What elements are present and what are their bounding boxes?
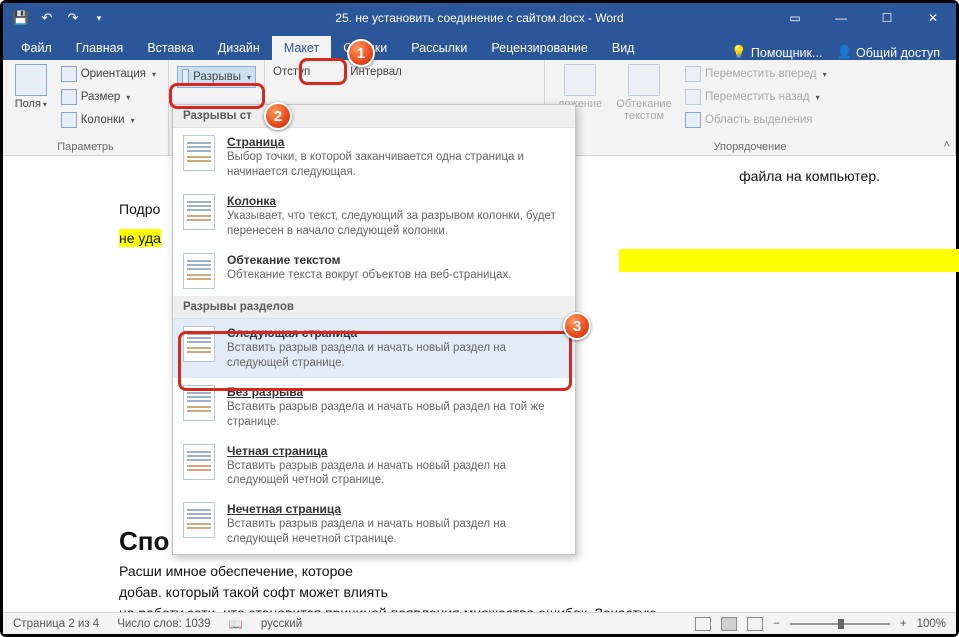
section-continuous[interactable]: Без разрываВставить разрыв раздела и нач… xyxy=(173,378,575,437)
size-button[interactable]: Размер▾ xyxy=(57,87,160,107)
tab-mailings[interactable]: Рассылки xyxy=(399,36,479,60)
close-button[interactable]: ✕ xyxy=(910,3,956,33)
tab-view[interactable]: Вид xyxy=(600,36,647,60)
undo-icon[interactable]: ↶ xyxy=(39,10,55,26)
break-page[interactable]: СтраницаВыбор точки, в которой заканчива… xyxy=(173,128,575,187)
wrap-text-button[interactable]: Обтекание текстом xyxy=(613,64,675,139)
forward-icon xyxy=(685,66,701,82)
orientation-button[interactable]: Ориентация▾ xyxy=(57,64,160,84)
web-layout-icon[interactable] xyxy=(747,617,763,631)
next-page-icon xyxy=(183,326,215,362)
breaks-icon xyxy=(182,69,189,85)
zoom-out-button[interactable]: − xyxy=(773,618,780,630)
group-page-setup-label: Параметрь xyxy=(11,139,160,155)
margins-button[interactable]: Поля▾ xyxy=(11,64,51,139)
redo-icon[interactable]: ↷ xyxy=(65,10,81,26)
page-break-icon xyxy=(183,135,215,171)
tab-review[interactable]: Рецензирование xyxy=(479,36,600,60)
backward-icon xyxy=(685,89,701,105)
page-indicator[interactable]: Страница 2 из 4 xyxy=(13,618,99,630)
columns-button[interactable]: Колонки▾ xyxy=(57,110,160,130)
tab-insert[interactable]: Вставка xyxy=(135,36,205,60)
read-mode-icon[interactable] xyxy=(695,617,711,631)
qat-customize-icon[interactable]: ▾ xyxy=(91,10,107,26)
section-odd-page[interactable]: Нечетная страницаВставить разрыв раздела… xyxy=(173,495,575,554)
margins-icon xyxy=(15,64,47,96)
section-even-page[interactable]: Четная страницаВставить разрыв раздела и… xyxy=(173,437,575,496)
zoom-slider[interactable] xyxy=(790,623,890,625)
break-column[interactable]: КолонкаУказывает, что текст, следующий з… xyxy=(173,187,575,246)
callout-badge-2: 2 xyxy=(264,102,292,130)
share-button[interactable]: 👤Общий доступ xyxy=(836,45,940,60)
zoom-in-button[interactable]: + xyxy=(900,618,907,630)
columns-icon xyxy=(61,112,77,128)
save-icon[interactable]: 💾 xyxy=(13,10,29,26)
send-backward-button[interactable]: Переместить назад▾ xyxy=(681,87,831,107)
highlighted-text: не уда xyxy=(119,229,161,247)
bring-forward-button[interactable]: Переместить вперед▾ xyxy=(681,64,831,84)
group-arrange-label: Упорядочение xyxy=(553,139,947,155)
size-icon xyxy=(61,89,77,105)
break-textwrap[interactable]: Обтекание текстомОбтекание текста вокруг… xyxy=(173,246,575,296)
share-icon: 👤 xyxy=(836,45,852,60)
dropdown-section-header: Разрывы разделов xyxy=(173,296,575,319)
selection-icon xyxy=(685,112,701,128)
breaks-dropdown: Разрывы ст СтраницаВыбор точки, в которо… xyxy=(172,104,576,555)
title-bar: 💾 ↶ ↷ ▾ 25. не установить соединение с с… xyxy=(3,3,956,33)
even-page-icon xyxy=(183,444,215,480)
wrap-icon xyxy=(628,64,660,96)
tab-layout[interactable]: Макет xyxy=(272,36,331,60)
continuous-icon xyxy=(183,385,215,421)
callout-badge-3: 3 xyxy=(563,312,591,340)
doc-line: добав. который такой софт может влиять xyxy=(119,582,880,603)
minimize-button[interactable]: — xyxy=(818,3,864,33)
word-count[interactable]: Число слов: 1039 xyxy=(117,618,210,630)
textwrap-break-icon xyxy=(183,253,215,289)
dropdown-section-header: Разрывы ст xyxy=(173,105,575,128)
collapse-ribbon-icon[interactable]: ˄ xyxy=(944,139,950,151)
position-icon xyxy=(564,64,596,96)
selection-pane-button[interactable]: Область выделения xyxy=(681,110,831,130)
maximize-button[interactable]: ☐ xyxy=(864,3,910,33)
language-indicator[interactable]: русский xyxy=(261,618,302,630)
zoom-level[interactable]: 100% xyxy=(917,618,946,630)
column-break-icon xyxy=(183,194,215,230)
tab-design[interactable]: Дизайн xyxy=(206,36,272,60)
tell-me[interactable]: 💡Помощник... xyxy=(731,45,822,60)
tab-home[interactable]: Главная xyxy=(64,36,136,60)
doc-line: Расши имное обеспечение, которое xyxy=(119,561,880,582)
lightbulb-icon: 💡 xyxy=(731,45,747,60)
print-layout-icon[interactable] xyxy=(721,617,737,631)
ribbon-options-icon[interactable]: ▭ xyxy=(772,3,818,33)
quick-access-toolbar: 💾 ↶ ↷ ▾ xyxy=(3,10,117,26)
odd-page-icon xyxy=(183,502,215,538)
tab-file[interactable]: Файл xyxy=(9,36,64,60)
ribbon-tabs: Файл Главная Вставка Дизайн Макет Ссылки… xyxy=(3,33,956,60)
section-next-page[interactable]: Следующая страницаВставить разрыв раздел… xyxy=(173,319,575,378)
callout-badge-1: 1 xyxy=(347,39,375,67)
status-bar: Страница 2 из 4 Число слов: 1039 📖 русск… xyxy=(3,612,956,634)
window-title: 25. не установить соединение с сайтом.do… xyxy=(335,11,623,25)
breaks-button[interactable]: Разрывы▾ xyxy=(177,66,256,88)
orientation-icon xyxy=(61,66,77,82)
proofing-icon[interactable]: 📖 xyxy=(229,617,243,631)
